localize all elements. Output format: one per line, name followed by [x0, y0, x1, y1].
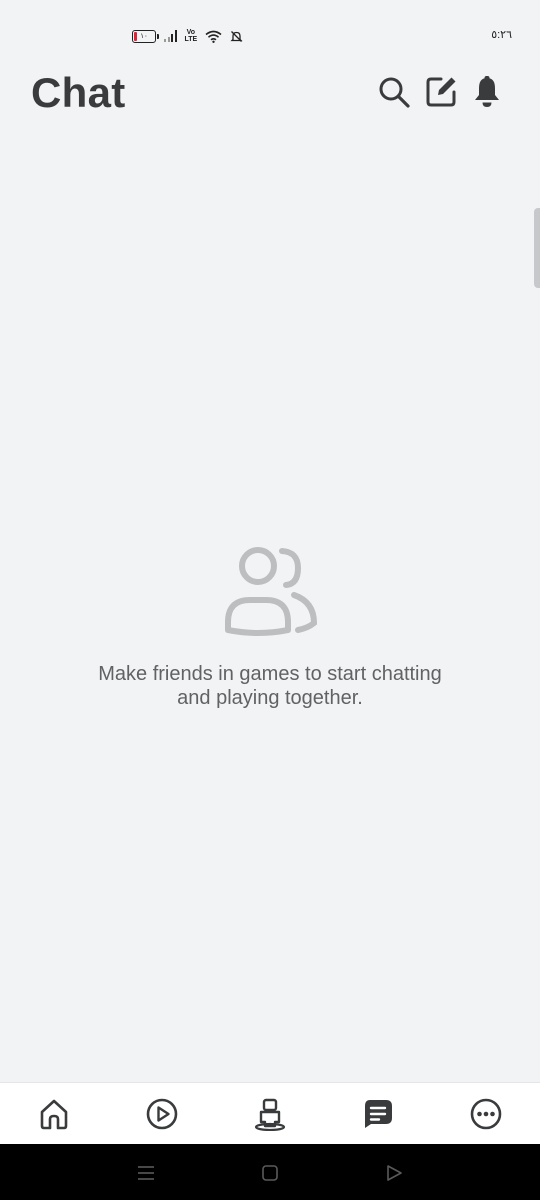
- nav-home[interactable]: [36, 1096, 72, 1132]
- volte-icon: Vo LTE: [184, 29, 198, 43]
- status-time: ٥:٢٦: [491, 29, 512, 41]
- friends-icon: [222, 542, 318, 638]
- nav-more[interactable]: [468, 1096, 504, 1132]
- chat-icon: [365, 1100, 392, 1128]
- notifications-button[interactable]: [469, 74, 505, 110]
- search-icon: [379, 77, 410, 108]
- nav-avatar[interactable]: [252, 1096, 288, 1132]
- mute-icon: [230, 30, 243, 42]
- system-home-button[interactable]: [259, 1162, 281, 1184]
- back-icon: [387, 1165, 402, 1181]
- play-icon: [146, 1098, 178, 1130]
- more-icon: [470, 1098, 502, 1130]
- status-bar: ١٠ Vo LTE ٥:٢٦: [0, 0, 540, 70]
- system-nav-bar: [0, 1144, 540, 1200]
- battery-icon: ١٠: [132, 29, 159, 43]
- compose-icon: [426, 77, 456, 107]
- search-button[interactable]: [376, 74, 412, 110]
- avatar-icon: [254, 1098, 286, 1131]
- system-menu-button[interactable]: [135, 1162, 157, 1184]
- home-square-icon: [262, 1165, 278, 1181]
- nav-chat[interactable]: [360, 1096, 396, 1132]
- compose-button[interactable]: [423, 74, 459, 110]
- side-handle[interactable]: [534, 208, 540, 288]
- wifi-icon: [205, 30, 222, 43]
- bottom-nav: [0, 1082, 540, 1145]
- battery-level: ١٠: [140, 32, 148, 40]
- bell-icon: [475, 76, 499, 107]
- signal-icon: [164, 30, 177, 42]
- system-back-button[interactable]: [383, 1162, 405, 1184]
- empty-state-message: Make friends in games to start chatting …: [30, 662, 510, 710]
- empty-message-line-2: and playing together.: [177, 687, 363, 709]
- empty-message-line-1: Make friends in games to start chatting: [98, 663, 442, 685]
- menu-icon: [138, 1166, 154, 1180]
- home-icon: [40, 1099, 68, 1130]
- nav-play[interactable]: [144, 1096, 180, 1132]
- status-icons: ١٠ Vo LTE: [132, 27, 243, 45]
- page-title: Chat: [31, 69, 126, 116]
- header: Chat: [0, 66, 540, 122]
